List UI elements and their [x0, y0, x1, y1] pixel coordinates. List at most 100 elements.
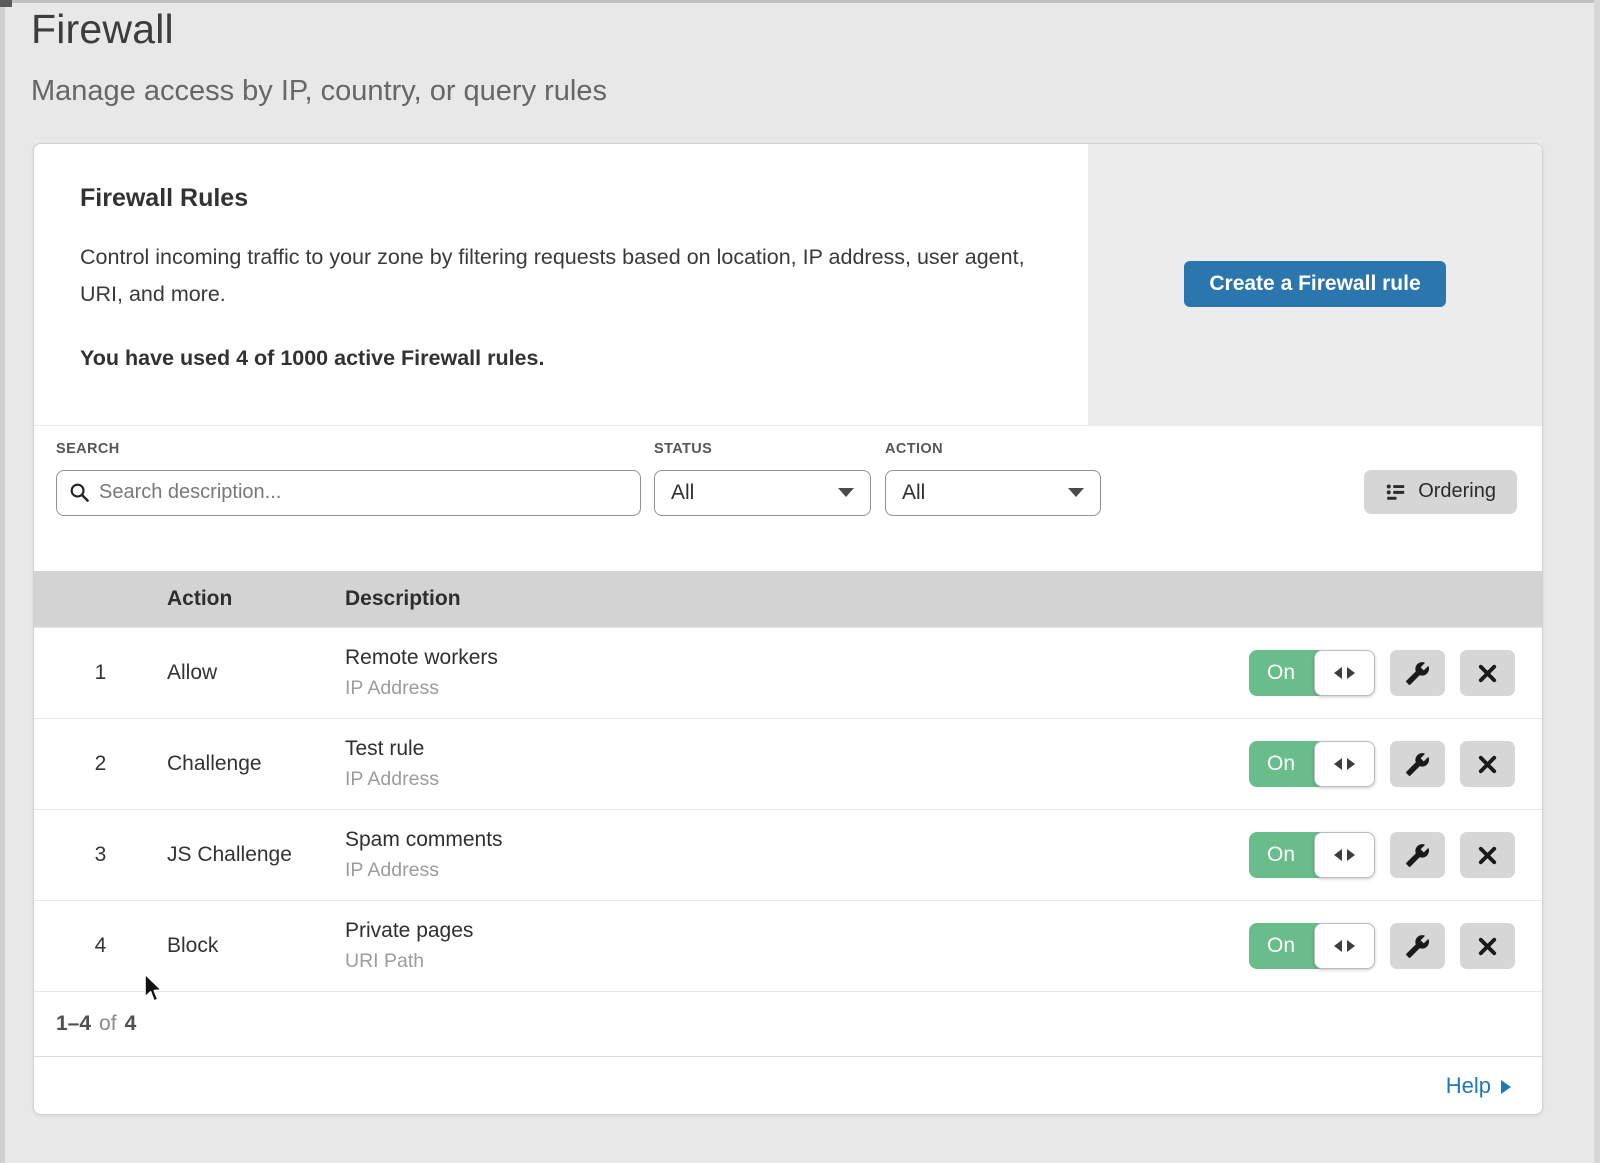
rule-field: IP Address: [345, 768, 1249, 791]
rule-action: Allow: [167, 661, 345, 685]
create-rule-panel: Create a Firewall rule: [1088, 144, 1542, 425]
action-filter-group: ACTION All: [885, 441, 1101, 516]
x-icon: [1476, 753, 1499, 776]
arrow-left-icon: [1334, 758, 1342, 770]
x-icon: [1476, 935, 1499, 958]
rule-field: URI Path: [345, 950, 1249, 973]
edit-rule-button[interactable]: [1390, 741, 1445, 787]
table-row: 3 JS Challenge Spam comments IP Address …: [34, 809, 1542, 900]
rule-controls: On: [1249, 741, 1515, 787]
search-label: SEARCH: [56, 441, 641, 457]
column-header-description: Description: [345, 587, 1542, 611]
rule-description: Private pages: [345, 919, 1249, 943]
status-selected-value: All: [671, 481, 694, 505]
arrow-right-icon: [1347, 758, 1355, 770]
delete-rule-button[interactable]: [1460, 741, 1515, 787]
chevron-down-icon: [838, 488, 854, 497]
rule-controls: On: [1249, 832, 1515, 878]
chevron-right-icon: [1501, 1080, 1511, 1094]
rule-description: Remote workers: [345, 646, 1249, 670]
action-select[interactable]: All: [885, 470, 1101, 516]
ordering-button-label: Ordering: [1418, 480, 1496, 503]
window-right-edge: [1594, 0, 1600, 1163]
status-select[interactable]: All: [654, 470, 871, 516]
delete-rule-button[interactable]: [1460, 923, 1515, 969]
wrench-icon: [1405, 934, 1430, 959]
arrow-right-icon: [1347, 940, 1355, 952]
table-row: 1 Allow Remote workers IP Address On: [34, 627, 1542, 718]
create-firewall-rule-button[interactable]: Create a Firewall rule: [1184, 261, 1445, 307]
wrench-icon: [1405, 843, 1430, 868]
pagination-range: 1–4: [56, 1012, 91, 1036]
wrench-icon: [1405, 752, 1430, 777]
rule-controls: On: [1249, 650, 1515, 696]
rule-description-cell: Test rule IP Address: [345, 737, 1249, 791]
arrow-right-icon: [1347, 849, 1355, 861]
toggle-on-label: On: [1249, 741, 1321, 787]
info-text-block: Firewall Rules Control incoming traffic …: [34, 144, 1088, 425]
toggle-handle[interactable]: [1314, 650, 1375, 696]
rule-description: Test rule: [345, 737, 1249, 761]
window-corner-artifact: [0, 0, 12, 7]
table-header: Action Description: [34, 571, 1542, 628]
delete-rule-button[interactable]: [1460, 650, 1515, 696]
rule-action: JS Challenge: [167, 843, 345, 867]
window-left-edge: [0, 0, 5, 1163]
page-header: Firewall Manage access by IP, country, o…: [31, 6, 607, 108]
ordered-list-icon: [1385, 481, 1407, 503]
search-input[interactable]: [99, 481, 628, 504]
window-top-edge: [0, 0, 1600, 3]
page-subtitle: Manage access by IP, country, or query r…: [31, 75, 607, 108]
rule-field: IP Address: [345, 859, 1249, 882]
status-label: STATUS: [654, 441, 871, 457]
firewall-page: Firewall Manage access by IP, country, o…: [0, 0, 1600, 1163]
search-input-wrap[interactable]: [56, 470, 641, 516]
toggle-handle[interactable]: [1314, 741, 1375, 787]
edit-rule-button[interactable]: [1390, 923, 1445, 969]
filter-bar: SEARCH STATUS All ACTION: [34, 426, 1542, 571]
rule-priority: 1: [34, 661, 167, 685]
x-icon: [1476, 844, 1499, 867]
rule-description-cell: Remote workers IP Address: [345, 646, 1249, 700]
help-link-label: Help: [1446, 1073, 1491, 1099]
delete-rule-button[interactable]: [1460, 832, 1515, 878]
rule-description-cell: Spam comments IP Address: [345, 828, 1249, 882]
table-row: 4 Block Private pages URI Path On: [34, 900, 1542, 991]
rule-controls: On: [1249, 923, 1515, 969]
usage-note: You have used 4 of 1000 active Firewall …: [80, 346, 1088, 371]
rule-enabled-toggle[interactable]: On: [1249, 923, 1375, 969]
rule-priority: 3: [34, 843, 167, 867]
firewall-rules-card: Firewall Rules Control incoming traffic …: [33, 143, 1543, 1115]
search-icon: [69, 482, 90, 503]
toggle-handle[interactable]: [1314, 832, 1375, 878]
edit-rule-button[interactable]: [1390, 650, 1445, 696]
card-footer: Help: [34, 1056, 1542, 1114]
pagination-of-label: of: [99, 1012, 117, 1036]
status-filter-group: STATUS All: [654, 441, 871, 516]
action-label: ACTION: [885, 441, 1101, 457]
rule-enabled-toggle[interactable]: On: [1249, 650, 1375, 696]
rule-description: Spam comments: [345, 828, 1249, 852]
rule-enabled-toggle[interactable]: On: [1249, 741, 1375, 787]
edit-rule-button[interactable]: [1390, 832, 1445, 878]
help-link[interactable]: Help: [1446, 1073, 1511, 1099]
pagination-total: 4: [125, 1012, 137, 1036]
column-header-action: Action: [167, 587, 345, 611]
page-title: Firewall: [31, 6, 607, 53]
ordering-button[interactable]: Ordering: [1364, 470, 1517, 514]
rule-field: IP Address: [345, 677, 1249, 700]
x-icon: [1476, 662, 1499, 685]
chevron-down-icon: [1068, 488, 1084, 497]
search-filter-group: SEARCH: [56, 441, 641, 516]
rule-description-cell: Private pages URI Path: [345, 919, 1249, 973]
action-selected-value: All: [902, 481, 925, 505]
arrow-left-icon: [1334, 667, 1342, 679]
rule-action: Challenge: [167, 752, 345, 776]
rule-enabled-toggle[interactable]: On: [1249, 832, 1375, 878]
toggle-on-label: On: [1249, 923, 1321, 969]
rule-priority: 2: [34, 752, 167, 776]
toggle-handle[interactable]: [1314, 923, 1375, 969]
rule-priority: 4: [34, 934, 167, 958]
toggle-on-label: On: [1249, 650, 1321, 696]
arrow-left-icon: [1334, 940, 1342, 952]
